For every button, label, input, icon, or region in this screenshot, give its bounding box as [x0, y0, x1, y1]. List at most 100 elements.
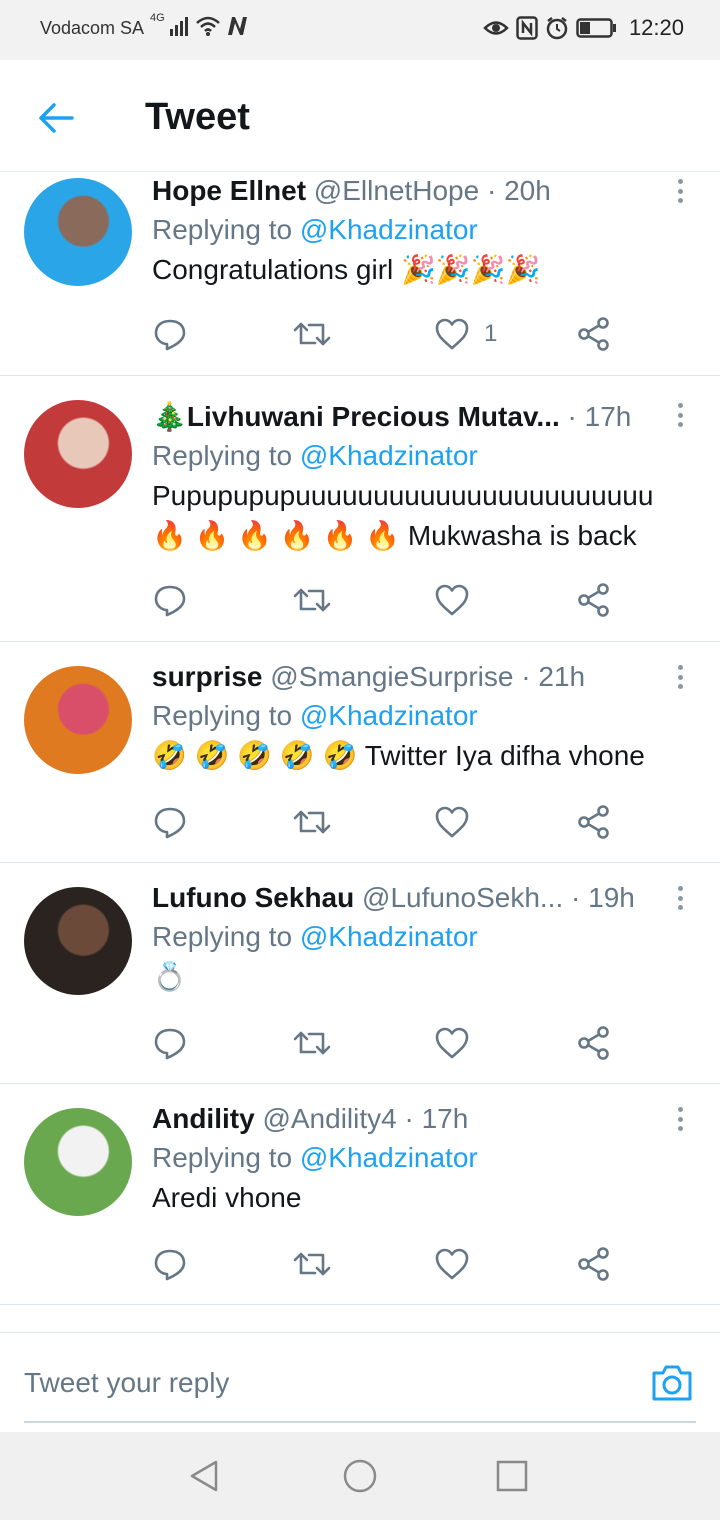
arrow-left-icon [39, 103, 74, 133]
author-handle[interactable]: @SmangieSurprise [270, 661, 513, 692]
tweet-text: Congratulations girl 🎉🎉🎉🎉 [152, 254, 541, 285]
more-options-button[interactable] [670, 1104, 690, 1134]
more-dot [677, 422, 683, 427]
author-handle[interactable]: @LufunoSekh... [362, 882, 563, 913]
tweet-item[interactable]: Hope Ellnet @EllnetHope · 20h Replying t… [0, 172, 720, 376]
tweet-time: 17h [421, 1103, 469, 1134]
retweet-button[interactable] [292, 802, 332, 842]
avatar[interactable] [24, 666, 132, 774]
tweet-actions [152, 1023, 632, 1063]
more-dot [677, 886, 683, 891]
nav-recents-button[interactable] [494, 1458, 530, 1494]
avatar[interactable] [24, 400, 132, 508]
author-name[interactable]: Lufuno Sekhau [152, 882, 354, 913]
share-button[interactable] [576, 1023, 612, 1063]
tweet-content: Andility @Andility4 · 17h Replying to @K… [152, 1100, 680, 1218]
retweet-button[interactable] [292, 1023, 332, 1063]
retweet-button[interactable] [292, 1244, 332, 1284]
tweet-actions [152, 802, 632, 842]
like-button[interactable] [434, 580, 484, 620]
tweet-item[interactable]: surprise @SmangieSurprise · 21h Replying… [0, 642, 720, 863]
camera-button[interactable] [650, 1361, 694, 1405]
more-dot [677, 1107, 683, 1112]
tweet-item[interactable]: Andility @Andility4 · 17h Replying to @K… [0, 1084, 720, 1305]
more-dot [677, 895, 683, 901]
page-title: Tweet [145, 96, 250, 138]
comment-icon [154, 807, 186, 839]
more-options-button[interactable] [670, 662, 690, 692]
share-button[interactable] [576, 1244, 612, 1284]
reply-input[interactable] [24, 1353, 584, 1413]
tweet-content: surprise @SmangieSurprise · 21h Replying… [152, 658, 680, 776]
more-options-button[interactable] [670, 176, 690, 206]
nfc-icon [516, 16, 538, 40]
tweet-actions [152, 1244, 632, 1284]
heart-icon [435, 1027, 469, 1059]
replying-mention[interactable]: @Khadzinator [300, 1142, 478, 1173]
back-button[interactable] [34, 96, 78, 140]
reply-button[interactable] [152, 580, 188, 620]
tweet-meta: Hope Ellnet @EllnetHope · 20h [152, 172, 680, 210]
tweet-actions [152, 580, 632, 620]
like-count: 1 [484, 320, 498, 347]
retweet-icon [293, 588, 331, 612]
avatar[interactable] [24, 1108, 132, 1216]
more-dot [677, 403, 683, 408]
author-name[interactable]: Andility [152, 1103, 255, 1134]
like-button[interactable] [434, 1023, 484, 1063]
share-icon [578, 317, 609, 351]
tweet-content: Hope Ellnet @EllnetHope · 20h Replying t… [152, 172, 680, 290]
author-handle[interactable]: @EllnetHope [314, 175, 479, 206]
tweet-text: 🤣 🤣 🤣 🤣 🤣 Twitter Iya difha vhone [152, 740, 645, 771]
status-time: 12:20 [628, 15, 684, 40]
replying-to-line: Replying to @Khadzinator [152, 917, 680, 957]
replying-prefix: Replying to [152, 440, 293, 471]
share-button[interactable] [576, 580, 612, 620]
tweet-content: 🎄Livhuwani Precious Mutav... · 17h Reply… [152, 398, 680, 556]
tweet-meta: Lufuno Sekhau @LufunoSekh... · 19h [152, 879, 680, 917]
replying-to-line: Replying to @Khadzinator [152, 210, 680, 250]
like-button[interactable]: 1 [434, 314, 497, 354]
reply-button[interactable] [152, 1023, 188, 1063]
reply-button[interactable] [152, 1244, 188, 1284]
replying-prefix: Replying to [152, 1142, 293, 1173]
reply-button[interactable] [152, 802, 188, 842]
reply-button[interactable] [152, 314, 188, 354]
more-options-button[interactable] [670, 883, 690, 913]
retweet-button[interactable] [292, 580, 332, 620]
author-name[interactable]: Hope Ellnet [152, 175, 306, 206]
replying-mention[interactable]: @Khadzinator [300, 214, 478, 245]
carrier-name: Vodacom SA [40, 18, 145, 38]
meta-separator: · [486, 175, 497, 206]
camera-icon [652, 1365, 692, 1401]
tweet-time: 17h [584, 401, 632, 432]
author-name[interactable]: 🎄Livhuwani Precious Mutav... [152, 401, 560, 432]
tweet-item[interactable]: Lufuno Sekhau @LufunoSekh... · 19h Reply… [0, 863, 720, 1084]
tweet-text: Pupupupupuuuuuuuuuuuuuuuuuuuuuuu 🔥 🔥 🔥 🔥… [152, 480, 654, 551]
share-button[interactable] [576, 802, 612, 842]
retweet-button[interactable] [292, 314, 332, 354]
tweet-time: 21h [538, 661, 586, 692]
comment-icon [154, 1028, 186, 1060]
more-dot [677, 1116, 683, 1122]
avatar[interactable] [24, 887, 132, 995]
replying-mention[interactable]: @Khadzinator [300, 700, 478, 731]
more-options-button[interactable] [670, 400, 690, 430]
author-handle[interactable]: @Andility4 [262, 1103, 396, 1134]
more-dot [677, 412, 683, 418]
tweet-item[interactable]: 🎄Livhuwani Precious Mutav... · 17h Reply… [0, 376, 720, 642]
meta-separator: · [567, 401, 577, 432]
like-button[interactable] [434, 802, 484, 842]
nfc-n-icon [227, 17, 247, 35]
nav-back-button[interactable] [186, 1458, 222, 1494]
replying-prefix: Replying to [152, 214, 293, 245]
like-button[interactable] [434, 1244, 484, 1284]
replying-mention[interactable]: @Khadzinator [300, 921, 478, 952]
retweet-icon [293, 322, 331, 346]
replying-prefix: Replying to [152, 700, 293, 731]
replying-mention[interactable]: @Khadzinator [300, 440, 478, 471]
avatar[interactable] [24, 178, 132, 286]
share-button[interactable] [576, 314, 612, 354]
nav-home-button[interactable] [342, 1458, 378, 1494]
author-name[interactable]: surprise [152, 661, 263, 692]
